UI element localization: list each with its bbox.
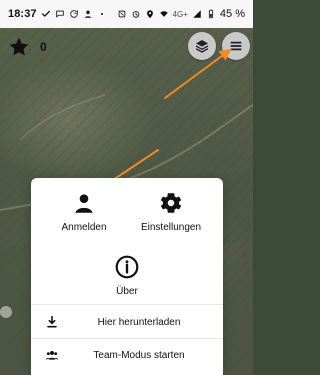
star-icon	[8, 36, 30, 58]
battery-icon	[206, 9, 216, 19]
status-time: 18:37	[8, 8, 37, 20]
alarm-icon	[131, 9, 141, 19]
network-type: 4G+	[172, 9, 188, 19]
map-marker	[0, 306, 12, 318]
nfc-icon	[117, 9, 127, 19]
person-icon	[71, 190, 97, 216]
check-icon	[41, 9, 51, 19]
download-item[interactable]: Hier herunterladen	[31, 306, 223, 338]
map-track	[19, 94, 106, 141]
login-label: Anmelden	[61, 222, 107, 233]
status-bar: 18:37 4G+ 45 %	[0, 0, 253, 28]
refresh-icon	[69, 9, 79, 19]
settings-action[interactable]: Einstellungen	[131, 190, 211, 233]
team-mode-item[interactable]: Team-Modus starten	[31, 339, 223, 371]
menu-bottom-sheet: Anmelden Einstellungen Über Hier herunte…	[31, 178, 223, 375]
info-icon	[114, 254, 140, 280]
map-screen: 18:37 4G+ 45 % 0 Anmelden Einstellungen …	[0, 0, 253, 375]
login-action[interactable]: Anmelden	[43, 190, 125, 233]
menu-icon	[228, 38, 244, 54]
menu-button[interactable]	[222, 32, 250, 60]
about-label: Über	[116, 286, 138, 297]
score-count: 0	[40, 40, 47, 54]
download-label: Hier herunterladen	[97, 316, 181, 328]
settings-label: Einstellungen	[140, 222, 202, 233]
status-left: 18:37	[8, 8, 107, 20]
download-icon	[43, 313, 61, 331]
layers-icon	[194, 38, 210, 54]
about-action[interactable]: Über	[87, 254, 167, 297]
team-icon	[43, 346, 61, 364]
wifi-icon	[159, 9, 169, 19]
signal-icon	[192, 9, 202, 19]
score-display: 0	[8, 36, 47, 58]
location-icon	[145, 9, 155, 19]
message-icon	[55, 9, 65, 19]
gear-icon	[158, 190, 184, 216]
status-right: 4G+ 45 %	[117, 8, 245, 20]
dot-icon	[97, 9, 107, 19]
battery-percent: 45 %	[219, 8, 245, 20]
team-mode-label: Team-Modus starten	[93, 349, 185, 361]
sheet-divider	[31, 304, 223, 305]
user-icon	[83, 9, 93, 19]
layers-button[interactable]	[188, 32, 216, 60]
